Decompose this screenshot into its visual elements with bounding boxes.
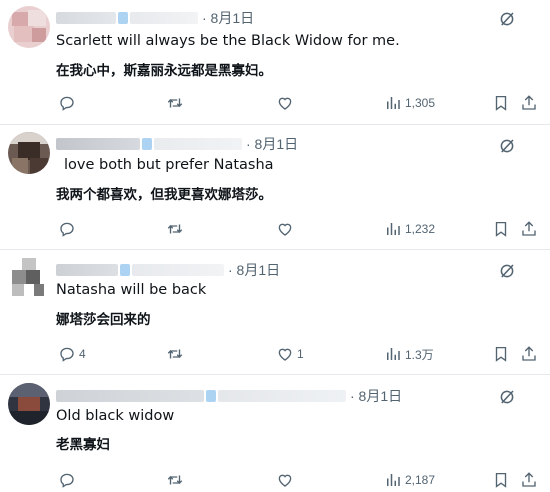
repost-icon [167,98,183,108]
bookmark-button[interactable] [492,92,510,114]
repost-button[interactable] [166,218,184,240]
like-button[interactable] [276,218,297,240]
username-blurred [118,12,128,24]
post-header: · 8月1日 [56,8,254,28]
post-text-zh: 在我心中，斯嘉丽永远都是黑寡妇。 [56,63,272,79]
reply-icon [60,473,74,488]
views-button[interactable]: 2,187 [384,469,435,491]
grok-icon[interactable] [498,262,516,280]
action-bar: 1,305 [56,92,536,114]
avatar[interactable] [8,258,50,300]
bookmark-button[interactable] [492,469,510,491]
action-bar: 1,232 [56,218,536,240]
views-count: 1,305 [405,96,436,110]
repost-icon [167,475,183,485]
username-blurred [142,138,152,150]
repost-button[interactable] [166,92,184,114]
reply-button[interactable] [58,218,79,240]
share-icon [522,472,536,487]
views-count: 2,187 [405,473,436,487]
post-date[interactable]: · 8月1日 [350,386,402,406]
handle-blurred [154,138,242,150]
repost-button[interactable] [166,343,184,365]
views-button[interactable]: 1,305 [384,92,435,114]
reply-icon [60,222,74,237]
post[interactable]: · 8月1日 Scarlett will always be the Black… [0,0,550,124]
reply-button[interactable] [58,92,79,114]
repost-icon [167,349,183,359]
bookmark-icon [495,472,507,488]
like-button[interactable] [276,92,297,114]
like-icon [278,97,292,110]
post-date[interactable]: · 8月1日 [202,8,254,28]
share-icon [522,346,536,361]
bookmark-icon [495,95,507,111]
action-bar: 2,187 [56,469,536,491]
post[interactable]: · 8月1日 love both but prefer Natasha 我两个都… [0,125,550,249]
share-button[interactable] [520,218,538,240]
post-text-zh: 娜塔莎会回来的 [56,312,151,328]
username-blurred [120,264,130,276]
reply-button[interactable]: 4 [58,343,86,365]
views-icon [387,223,400,235]
handle-blurred [130,12,198,24]
username-blurred [56,12,116,24]
views-button[interactable]: 1.3万 [384,343,434,365]
handle-blurred [132,264,224,276]
post-header: · 8月1日 [56,134,298,154]
views-count: 1.3万 [405,347,434,362]
like-icon [278,348,292,361]
reply-count: 4 [79,347,86,361]
action-bar: 4 1 1.3万 [56,343,536,365]
avatar[interactable] [8,383,50,425]
username-blurred [56,264,118,276]
grok-icon[interactable] [498,388,516,406]
share-button[interactable] [520,343,538,365]
username-blurred [56,390,204,402]
avatar[interactable] [8,132,50,174]
post-header: · 8月1日 [56,386,402,406]
post-text-en: Scarlett will always be the Black Widow … [56,33,400,49]
views-icon [387,474,400,486]
grok-icon[interactable] [498,137,516,155]
reply-button[interactable] [58,469,79,491]
share-icon [522,95,536,110]
post-text-en: Old black widow [56,408,175,424]
handle-blurred [218,390,346,402]
views-icon [387,97,400,109]
post[interactable]: · 8月1日 Old black widow 老黑寡妇 2,187 [0,375,550,492]
like-button[interactable] [276,469,297,491]
views-icon [387,348,400,360]
like-icon [278,474,292,487]
views-button[interactable]: 1,232 [384,218,435,240]
like-icon [278,223,292,236]
repost-button[interactable] [166,469,184,491]
reply-icon [60,347,74,362]
post-header: · 8月1日 [56,260,280,280]
like-button[interactable]: 1 [276,343,304,365]
avatar[interactable] [8,6,50,48]
post-text-en: love both but prefer Natasha [64,157,274,173]
share-button[interactable] [520,469,538,491]
username-blurred [56,138,140,150]
share-button[interactable] [520,92,538,114]
like-count: 1 [297,347,304,361]
bookmark-button[interactable] [492,343,510,365]
bookmark-icon [495,221,507,237]
share-icon [522,221,536,236]
bookmark-button[interactable] [492,218,510,240]
reply-icon [60,96,74,111]
repost-icon [167,224,183,234]
post-text-en: Natasha will be back [56,282,207,298]
post-text-zh: 我两个都喜欢，但我更喜欢娜塔莎。 [56,187,272,203]
views-count: 1,232 [405,222,436,236]
post-date[interactable]: · 8月1日 [246,134,298,154]
grok-icon[interactable] [498,10,516,28]
post-date[interactable]: · 8月1日 [228,260,280,280]
post[interactable]: · 8月1日 Natasha will be back 娜塔莎会回来的 4 1 … [0,250,550,374]
post-text-zh: 老黑寡妇 [56,437,110,453]
username-blurred [206,390,216,402]
bookmark-icon [495,346,507,362]
